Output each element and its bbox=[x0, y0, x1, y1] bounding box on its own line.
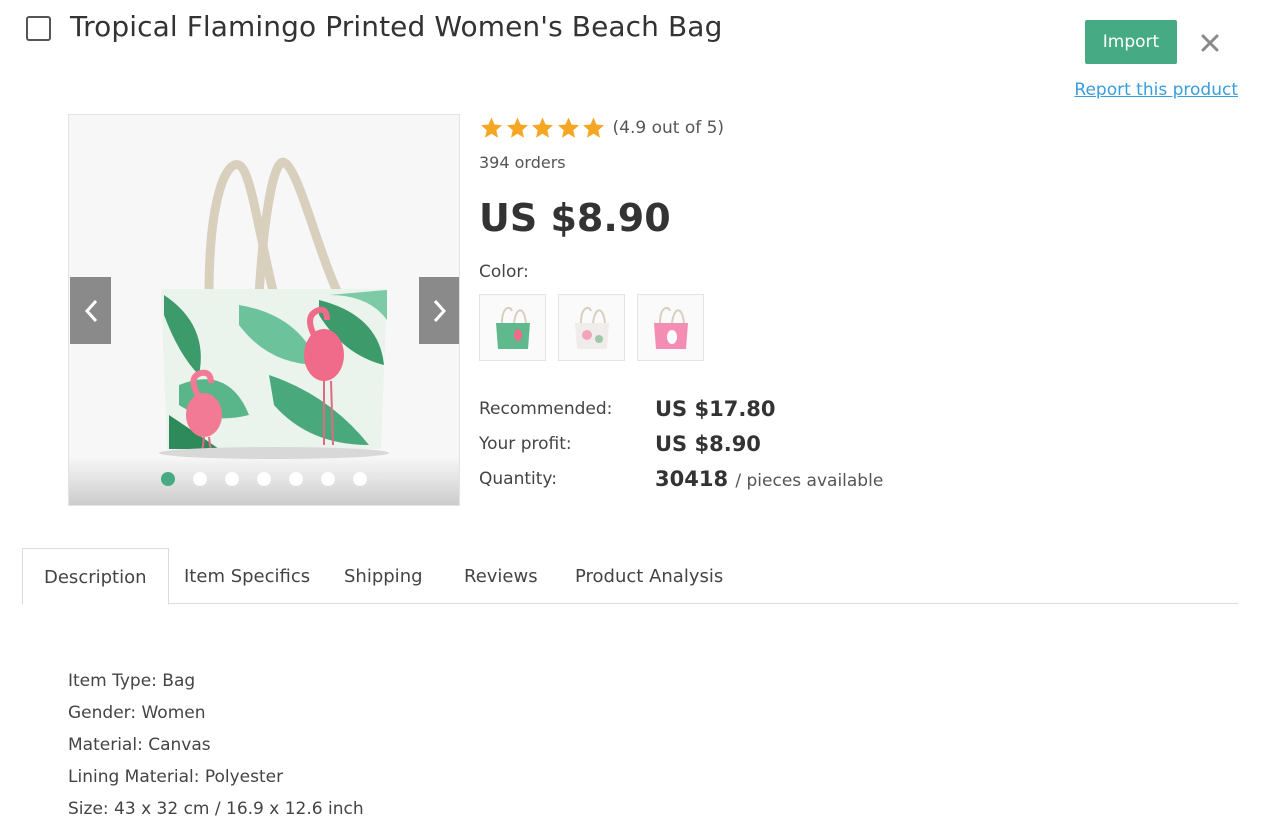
rating: (4.9 out of 5) bbox=[479, 116, 724, 140]
product-title: Tropical Flamingo Printed Women's Beach … bbox=[70, 10, 723, 43]
color-swatch-green[interactable] bbox=[479, 294, 546, 361]
color-swatch-white[interactable] bbox=[558, 294, 625, 361]
tab-shipping[interactable]: Shipping bbox=[344, 548, 423, 604]
gallery-prev-button[interactable] bbox=[70, 277, 111, 344]
profit-value: US $8.90 bbox=[655, 432, 761, 456]
gallery-dot[interactable] bbox=[161, 472, 175, 486]
select-product-checkbox[interactable] bbox=[26, 16, 51, 41]
quantity-value: 30418 / pieces available bbox=[655, 467, 883, 491]
tab-item-specifics[interactable]: Item Specifics bbox=[184, 548, 310, 604]
gallery-dot[interactable] bbox=[257, 472, 271, 486]
import-button[interactable]: Import bbox=[1085, 20, 1177, 64]
star-icon bbox=[481, 117, 502, 138]
swatch-image bbox=[574, 306, 609, 349]
gallery-dot[interactable] bbox=[289, 472, 303, 486]
description-line: Item Type: Bag bbox=[68, 671, 196, 691]
star-icon bbox=[583, 117, 604, 138]
quantity-suffix: / pieces available bbox=[735, 471, 884, 491]
quantity-number: 30418 bbox=[655, 467, 729, 491]
profit-label: Your profit: bbox=[479, 434, 572, 454]
product-gallery bbox=[68, 114, 460, 506]
product-price: US $8.90 bbox=[479, 196, 671, 240]
swatch-image bbox=[653, 306, 688, 349]
color-swatch-pink[interactable] bbox=[637, 294, 704, 361]
description-line: Gender: Women bbox=[68, 703, 206, 723]
report-product-link[interactable]: Report this product bbox=[1074, 80, 1238, 100]
recommended-label: Recommended: bbox=[479, 399, 613, 419]
quantity-label: Quantity: bbox=[479, 469, 557, 489]
gallery-dot[interactable] bbox=[225, 472, 239, 486]
tab-description[interactable]: Description bbox=[22, 548, 169, 605]
tab-reviews[interactable]: Reviews bbox=[464, 548, 538, 604]
gallery-next-button[interactable] bbox=[419, 277, 459, 344]
star-icon bbox=[557, 117, 579, 138]
gallery-dot[interactable] bbox=[353, 472, 367, 486]
description-line: Lining Material: Polyester bbox=[68, 767, 284, 787]
gallery-dot[interactable] bbox=[193, 472, 207, 486]
tab-product-analysis[interactable]: Product Analysis bbox=[575, 548, 723, 604]
rating-text: (4.9 out of 5) bbox=[612, 118, 725, 138]
color-swatches bbox=[479, 294, 704, 361]
chevron-right-icon bbox=[433, 299, 446, 322]
color-label: Color: bbox=[479, 262, 529, 282]
gallery-dots bbox=[161, 472, 367, 486]
description-line: Size: 43 x 32 cm / 16.9 x 12.6 inch bbox=[68, 799, 364, 819]
recommended-value: US $17.80 bbox=[655, 397, 776, 421]
star-icon bbox=[506, 117, 528, 138]
orders-count: 394 orders bbox=[479, 153, 566, 172]
description-line: Material: Canvas bbox=[68, 735, 211, 755]
close-icon[interactable] bbox=[1198, 31, 1222, 55]
chevron-left-icon bbox=[84, 299, 97, 322]
product-image bbox=[159, 157, 389, 459]
star-icon bbox=[532, 117, 553, 138]
swatch-image bbox=[495, 306, 530, 349]
gallery-dot[interactable] bbox=[321, 472, 335, 486]
product-tabs: Description Item Specifics Shipping Revi… bbox=[22, 548, 1238, 605]
